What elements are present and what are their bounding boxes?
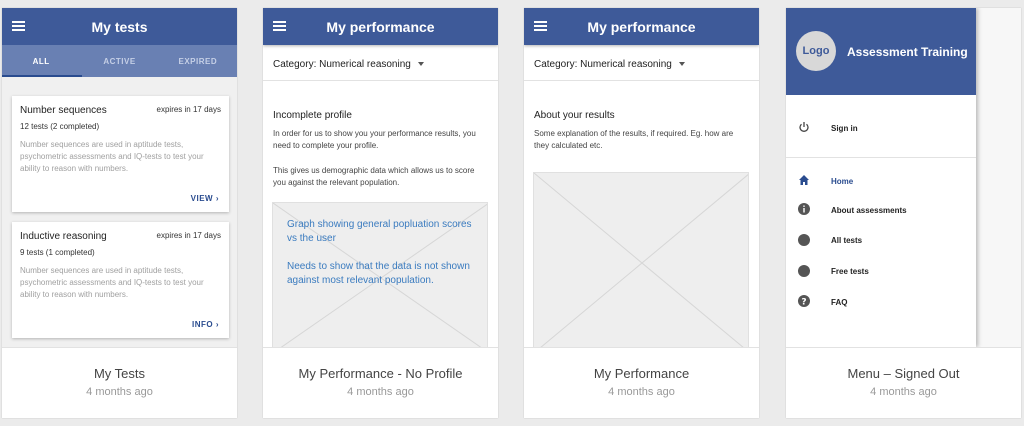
- test-card[interactable]: Number sequences expires in 17 days 12 t…: [12, 96, 229, 212]
- section-title: Incomplete profile: [273, 110, 352, 121]
- help-icon: ?: [798, 295, 810, 307]
- test-count: 9 tests (1 completed): [20, 248, 95, 257]
- screenshot-menu: Logo Assessment Training Sign in Home Ab…: [786, 8, 1021, 347]
- section-text: Some explanation of the results, if requ…: [534, 129, 734, 150]
- menu-item-label: About assessments: [831, 206, 907, 215]
- test-name: Number sequences: [20, 105, 107, 116]
- app-bar-title: My performance: [587, 19, 696, 35]
- app-bar: My performance: [524, 8, 759, 45]
- screenshot-my-tests: My tests ALL ACTIVE EXPIRED Number seque…: [2, 8, 237, 347]
- chevron-right-icon: ›: [215, 320, 219, 329]
- caption-time: 4 months ago: [347, 386, 414, 398]
- caption-time: 4 months ago: [86, 386, 153, 398]
- section-text: In order for us to show you your perform…: [273, 129, 476, 150]
- caption-title: My Performance - No Profile: [298, 366, 463, 381]
- svg-text:?: ?: [801, 297, 806, 307]
- category-select[interactable]: Category: Numerical reasoning: [524, 45, 759, 81]
- menu-item-label: Free tests: [831, 267, 869, 276]
- test-list: Number sequences expires in 17 days 12 t…: [2, 77, 237, 347]
- app-bar-title: My performance: [326, 19, 435, 35]
- logo: Logo: [796, 31, 836, 71]
- app-bar: My tests: [2, 8, 237, 45]
- placeholder-cross: [534, 173, 748, 347]
- card-menu-signed-out[interactable]: Logo Assessment Training Sign in Home Ab…: [786, 8, 1021, 418]
- test-description: Number sequences are used in aptitude te…: [20, 140, 204, 173]
- graph-placeholder: Graph showing general popluation scores …: [272, 202, 488, 347]
- caret-down-icon: [417, 62, 424, 67]
- card-my-tests[interactable]: My tests ALL ACTIVE EXPIRED Number seque…: [2, 8, 237, 418]
- card-performance[interactable]: My performance Category: Numerical reaso…: [524, 8, 759, 418]
- card-caption: Menu – Signed Out 4 months ago: [786, 347, 1021, 418]
- placeholder-note: Graph showing general popluation scores …: [287, 219, 472, 244]
- menu-item-label: All tests: [831, 236, 863, 245]
- app-bar: My performance: [263, 8, 498, 45]
- test-card[interactable]: Inductive reasoning expires in 17 days 9…: [12, 222, 229, 338]
- tab-expired[interactable]: EXPIRED: [159, 45, 237, 77]
- category-label: Category: Numerical reasoning: [534, 59, 672, 70]
- test-name: Inductive reasoning: [20, 231, 107, 242]
- card-caption: My Performance 4 months ago: [524, 347, 759, 418]
- sign-in-label: Sign in: [831, 124, 858, 133]
- caption-title: My Tests: [93, 366, 146, 381]
- card-caption: My Performance - No Profile 4 months ago: [263, 347, 498, 418]
- view-label: VIEW: [190, 194, 214, 203]
- circle-icon: [798, 234, 810, 246]
- screenshot-performance-no-profile: My performance Category: Numerical reaso…: [263, 8, 498, 347]
- test-count: 12 tests (2 completed): [20, 122, 100, 131]
- section-text: This gives us demographic data which all…: [273, 166, 475, 187]
- chevron-right-icon: ›: [215, 194, 219, 203]
- tab-all[interactable]: ALL: [2, 45, 80, 77]
- nav-drawer: Logo Assessment Training Sign in Home Ab…: [786, 8, 976, 347]
- tab-bar: ALL ACTIVE EXPIRED: [2, 45, 237, 77]
- tab-active[interactable]: ACTIVE: [80, 45, 158, 77]
- circle-icon: [798, 265, 810, 277]
- section-title: About your results: [534, 110, 615, 121]
- drawer-header: Logo Assessment Training: [786, 8, 976, 95]
- caret-down-icon: [678, 62, 685, 67]
- placeholder-note: Needs to show that the data is not shown…: [287, 261, 470, 286]
- menu-item-label: FAQ: [831, 298, 848, 307]
- content-behind-drawer: [976, 8, 1021, 347]
- category-select[interactable]: Category: Numerical reasoning: [263, 45, 498, 81]
- caption-time: 4 months ago: [608, 386, 675, 398]
- info-button[interactable]: INFO ›: [192, 320, 219, 329]
- menu-item-label: Home: [831, 177, 854, 186]
- category-label: Category: Numerical reasoning: [273, 59, 411, 70]
- caption-title: My Performance: [593, 366, 690, 381]
- view-button[interactable]: VIEW ›: [191, 194, 219, 203]
- caption-title: Menu – Signed Out: [847, 366, 960, 381]
- screenshot-performance: My performance Category: Numerical reaso…: [524, 8, 759, 347]
- test-description: Number sequences are used in aptitude te…: [20, 266, 204, 299]
- power-icon: [799, 122, 809, 132]
- app-name: Assessment Training: [847, 45, 968, 59]
- card-performance-no-profile[interactable]: My performance Category: Numerical reaso…: [263, 8, 498, 418]
- app-bar-title: My tests: [91, 19, 148, 35]
- tab-indicator: [2, 75, 82, 77]
- caption-time: 4 months ago: [870, 386, 937, 398]
- card-caption: My Tests 4 months ago: [2, 347, 237, 418]
- test-expiry: expires in 17 days: [156, 105, 221, 114]
- test-expiry: expires in 17 days: [156, 231, 221, 240]
- home-icon: [799, 175, 809, 185]
- info-label: INFO: [191, 320, 214, 329]
- results-placeholder: [533, 172, 749, 347]
- sign-in-item[interactable]: Sign in: [786, 95, 976, 158]
- info-icon: [798, 203, 810, 215]
